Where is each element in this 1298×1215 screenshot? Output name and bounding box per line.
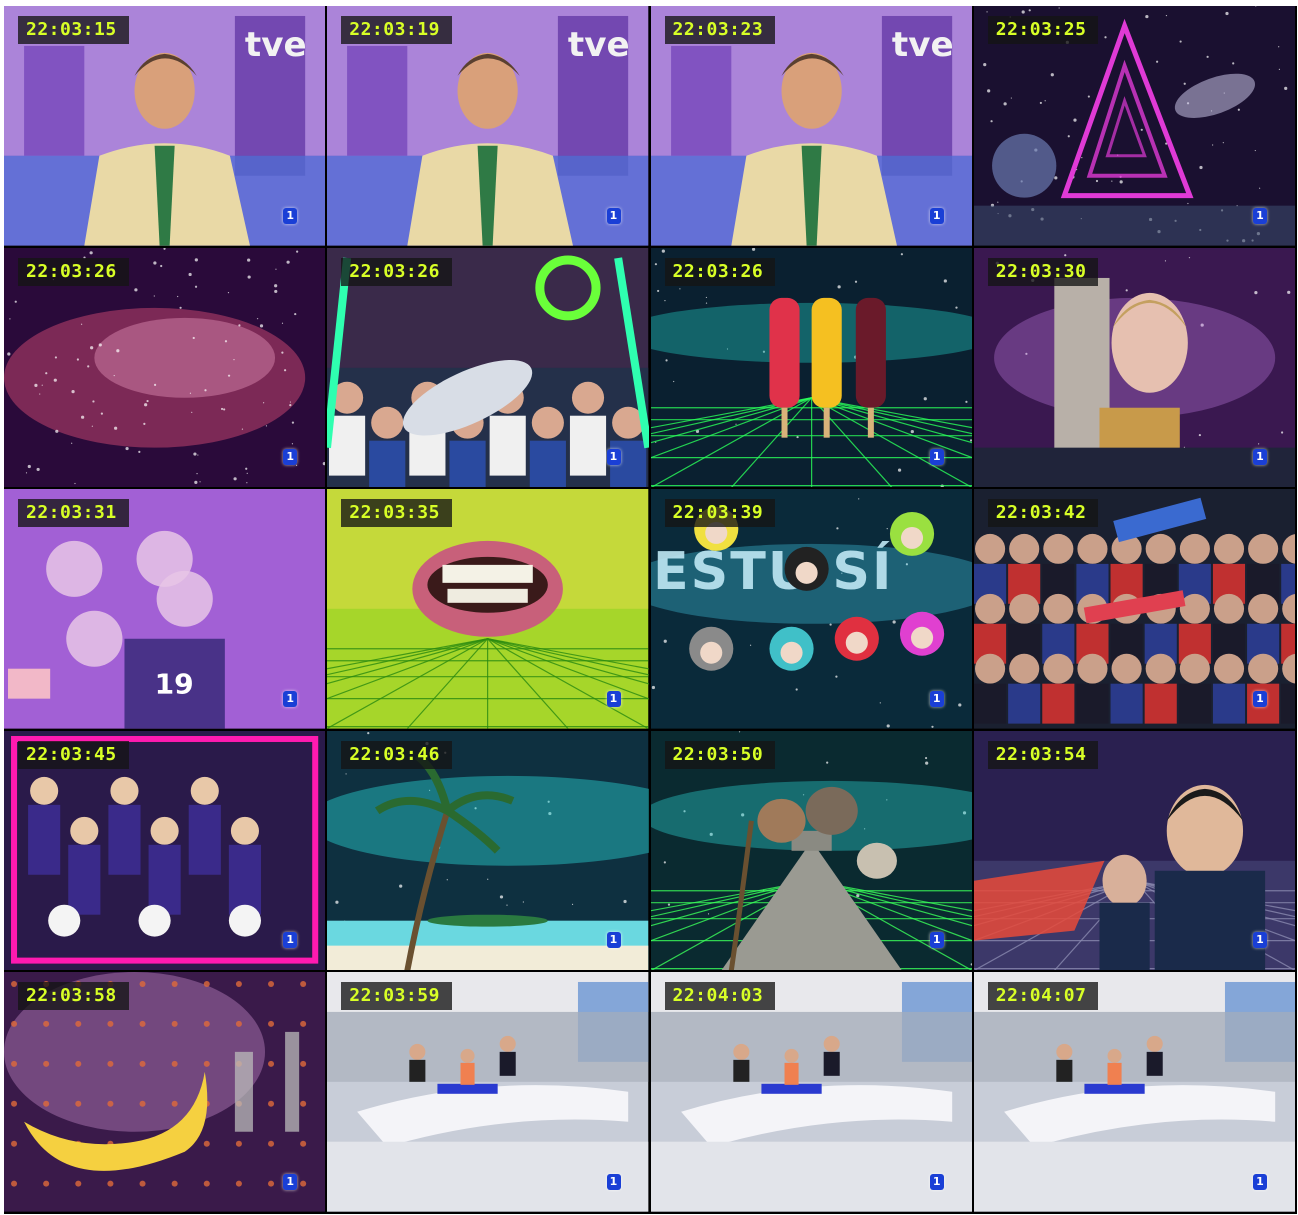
video-frame-thumbnail[interactable]: 22:04:03 1 xyxy=(650,972,974,1214)
frame-timestamp: 22:03:19 xyxy=(341,16,452,44)
svg-text:tve: tve xyxy=(245,25,307,65)
video-frame-thumbnail[interactable]: 22:03:30 1 xyxy=(973,247,1297,490)
svg-text:tve: tve xyxy=(891,25,953,65)
video-frame-thumbnail[interactable]: 22:03:45 1 xyxy=(4,730,328,973)
channel-logo-icon: 1 xyxy=(283,449,298,466)
video-frame-thumbnail[interactable]: 22:03:26 1 xyxy=(650,247,974,490)
frame-timestamp: 22:03:26 xyxy=(664,257,776,286)
channel-logo-icon: 1 xyxy=(283,932,298,949)
video-frame-thumbnail[interactable]: tve 22:03:23 1 xyxy=(650,6,974,248)
channel-logo-icon: 1 xyxy=(283,690,298,707)
frame-timestamp: 22:03:45 xyxy=(18,740,129,769)
video-frame-thumbnail[interactable]: 22:03:26 1 xyxy=(4,247,328,490)
video-frame-thumbnail[interactable]: 22:03:54 1 xyxy=(973,730,1297,973)
svg-text:tve: tve xyxy=(568,25,630,65)
channel-logo-icon: 1 xyxy=(1253,207,1267,224)
channel-logo-icon: 1 xyxy=(283,1174,298,1190)
video-frame-thumbnail[interactable]: tve 22:03:19 1 xyxy=(327,6,651,248)
channel-logo-icon: 1 xyxy=(929,207,944,224)
frame-timestamp: 22:04:07 xyxy=(987,982,1099,1011)
channel-logo-icon: 1 xyxy=(606,932,621,949)
video-frame-thumbnail[interactable]: 22:03:59 1 xyxy=(327,972,651,1214)
svg-text:ESTU SÍ: ESTU SÍ xyxy=(653,541,893,602)
frame-timestamp: 22:03:26 xyxy=(341,257,452,286)
channel-logo-icon: 1 xyxy=(929,932,944,949)
frame-timestamp: 22:03:50 xyxy=(664,740,776,769)
video-frame-thumbnail[interactable]: 22:03:25 1 xyxy=(973,6,1297,248)
frame-timestamp: 22:03:15 xyxy=(18,16,129,44)
frame-timestamp: 22:03:39 xyxy=(664,499,776,528)
video-frame-thumbnail[interactable]: 22:03:26 1 xyxy=(327,247,651,490)
channel-logo-icon: 1 xyxy=(929,690,944,707)
frame-timestamp: 22:03:35 xyxy=(341,499,452,528)
channel-logo-icon: 1 xyxy=(929,449,944,466)
frame-timestamp: 22:03:58 xyxy=(18,982,129,1011)
frame-timestamp: 22:03:31 xyxy=(18,499,129,528)
video-frame-thumbnail[interactable]: ESTU SÍ 22:03:39 1 xyxy=(650,489,974,731)
frame-timestamp: 22:03:25 xyxy=(987,16,1099,44)
frame-timestamp: 22:03:46 xyxy=(341,740,452,769)
video-frame-thumbnail[interactable]: 22:03:58 1 xyxy=(4,972,328,1214)
frame-timestamp: 22:03:23 xyxy=(664,16,776,44)
channel-logo-icon: 1 xyxy=(929,1174,944,1190)
channel-logo-icon: 1 xyxy=(606,690,621,707)
frame-timestamp: 22:03:54 xyxy=(987,740,1099,769)
channel-logo-icon: 1 xyxy=(1253,1174,1267,1190)
video-frame-thumbnail[interactable]: 19 22:03:31 1 xyxy=(4,489,328,731)
channel-logo-icon: 1 xyxy=(1253,449,1267,466)
frame-timestamp: 22:03:26 xyxy=(18,257,129,286)
svg-text:19: 19 xyxy=(155,668,194,701)
video-frame-thumbnail[interactable]: 22:04:07 1 xyxy=(973,972,1297,1214)
video-frame-thumbnail[interactable]: 22:03:42 1 xyxy=(973,489,1297,731)
channel-logo-icon: 1 xyxy=(283,207,298,224)
frame-timestamp: 22:04:03 xyxy=(664,982,776,1011)
channel-logo-icon: 1 xyxy=(1253,690,1267,707)
channel-logo-icon: 1 xyxy=(1253,932,1267,949)
channel-logo-icon: 1 xyxy=(606,449,621,466)
frame-timestamp: 22:03:42 xyxy=(987,499,1099,528)
channel-logo-icon: 1 xyxy=(606,1174,621,1190)
video-frame-thumbnail[interactable]: 22:03:50 1 xyxy=(650,730,974,973)
video-frame-thumbnail[interactable]: 22:03:35 1 xyxy=(327,489,651,731)
frame-timestamp: 22:03:30 xyxy=(987,257,1099,286)
video-frame-thumbnail[interactable]: tve 22:03:15 1 xyxy=(4,6,328,248)
video-frame-thumbnail[interactable]: 22:03:46 1 xyxy=(327,730,651,973)
frame-timestamp: 22:03:59 xyxy=(341,982,452,1011)
video-thumbnail-grid: tve 22:03:15 1 tve 22:03:19 1 tve 22:03:… xyxy=(4,6,1297,1214)
channel-logo-icon: 1 xyxy=(606,207,621,224)
